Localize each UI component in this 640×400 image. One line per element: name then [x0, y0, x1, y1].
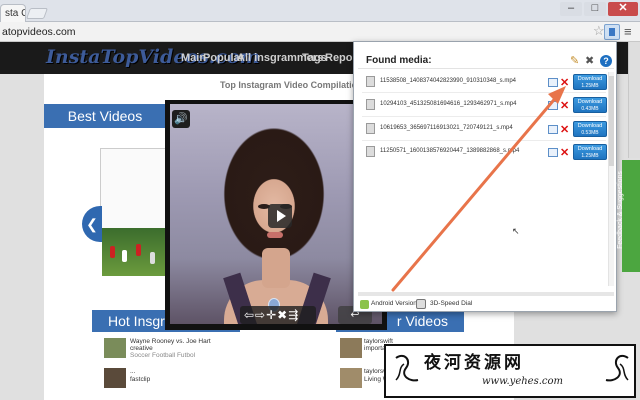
- brush-icon[interactable]: ✎: [570, 54, 579, 67]
- list-item-title[interactable]: fastclip: [130, 376, 150, 383]
- feedback-label[interactable]: Feedback & Suggestions: [612, 154, 630, 266]
- delete-icon[interactable]: ✕: [560, 125, 569, 136]
- url-text[interactable]: atopvideos.com: [0, 24, 76, 40]
- list-thumbnail[interactable]: [340, 368, 362, 388]
- mouse-cursor-icon: ↖: [512, 226, 520, 236]
- close-window-button[interactable]: ✕: [608, 2, 638, 16]
- ornament-left-icon: [395, 354, 419, 382]
- popup-footer-divider: [358, 292, 614, 296]
- watermark-chinese-text: 夜河资源网: [424, 353, 524, 373]
- file-icon: [366, 146, 375, 157]
- page-heading: Top Instagram Video Compilation: [220, 80, 363, 90]
- android-icon: [360, 300, 369, 309]
- list-thumbnail[interactable]: [104, 338, 126, 358]
- ornament-right-icon: [605, 354, 629, 382]
- delete-icon[interactable]: ✕: [560, 101, 569, 112]
- download-size: 0.53MB: [581, 130, 599, 136]
- video-downloader-icon[interactable]: [604, 24, 620, 40]
- download-button[interactable]: Download 1.25MB: [573, 144, 607, 160]
- download-label: Download: [577, 123, 603, 129]
- minimize-button[interactable]: –: [560, 2, 582, 16]
- file-icon: [366, 76, 375, 87]
- speed-dial-icon: [416, 299, 426, 309]
- delete-icon[interactable]: ✕: [560, 148, 569, 159]
- menu-icon[interactable]: ≡: [624, 24, 632, 39]
- list-item-meta: Soccer Football Futbol: [130, 352, 196, 359]
- copy-icon[interactable]: [548, 78, 558, 87]
- copy-icon[interactable]: [548, 125, 558, 134]
- row-divider: [362, 116, 606, 117]
- feedback-label-holder: Feedback & Suggestions: [617, 98, 639, 249]
- media-filename: 10619653_365697116913021_720749121_s.mp4: [380, 125, 513, 131]
- browser-tab-active[interactable]: sta Co: [0, 4, 26, 22]
- list-item-subtitle: creative: [130, 345, 153, 352]
- file-icon: [366, 123, 375, 134]
- list-thumbnail[interactable]: [104, 368, 126, 388]
- video-thumbnail-frame[interactable]: [100, 148, 170, 240]
- star-icon[interactable]: ☆: [593, 23, 605, 39]
- android-version-link[interactable]: Android Version: [371, 300, 417, 307]
- download-size: 0.43MB: [581, 106, 599, 112]
- row-divider: [362, 92, 606, 93]
- lightbox-controls[interactable]: ⇦⇨✛✖⇶: [240, 306, 316, 324]
- media-filename: 10294103_451325081694616_1293462971_s.mp…: [380, 101, 517, 107]
- popup-divider: [358, 68, 614, 69]
- list-item-title[interactable]: Wayne Rooney vs. Joe Hart: [130, 338, 211, 345]
- download-size: 1.25MB: [581, 83, 599, 89]
- list-thumbnail[interactable]: [340, 338, 362, 358]
- download-label: Download: [577, 99, 603, 105]
- download-label: Download: [577, 76, 603, 82]
- copy-icon[interactable]: [548, 101, 558, 110]
- tools-icon[interactable]: ✖: [585, 54, 594, 67]
- maximize-button[interactable]: □: [584, 2, 606, 16]
- address-bar[interactable]: [0, 22, 640, 42]
- speaker-icon[interactable]: 🔊: [172, 110, 190, 128]
- download-button[interactable]: Download 0.43MB: [573, 97, 607, 113]
- soccer-thumbnail[interactable]: [102, 228, 168, 276]
- tab-title: sta Co: [5, 8, 25, 19]
- row-divider: [362, 140, 606, 141]
- delete-icon[interactable]: ✕: [560, 78, 569, 89]
- download-size: 1.25MB: [581, 153, 599, 159]
- help-icon[interactable]: ?: [600, 55, 612, 67]
- list-item-title[interactable]: ...: [130, 368, 135, 375]
- play-button[interactable]: [268, 204, 292, 228]
- download-button[interactable]: Download 0.53MB: [573, 121, 607, 137]
- best-videos-heading: Best Videos: [44, 104, 166, 128]
- download-label: Download: [577, 146, 603, 152]
- download-button[interactable]: Download 1.25MB: [573, 74, 607, 90]
- watermark-url: www.yehes.com: [482, 376, 564, 387]
- popup-title: Found media:: [366, 55, 432, 66]
- speed-dial-link[interactable]: 3D-Speed Dial: [430, 300, 472, 307]
- media-filename: 11538508_1408374042823990_910310348_s.mp…: [380, 78, 517, 84]
- copy-icon[interactable]: [548, 148, 558, 157]
- tab-strip: [0, 0, 640, 22]
- nav-tags[interactable]: Tags: [302, 52, 327, 64]
- media-filename: 11250571_1600138576920447_1389882868_s.m…: [380, 148, 520, 154]
- file-icon: [366, 99, 375, 110]
